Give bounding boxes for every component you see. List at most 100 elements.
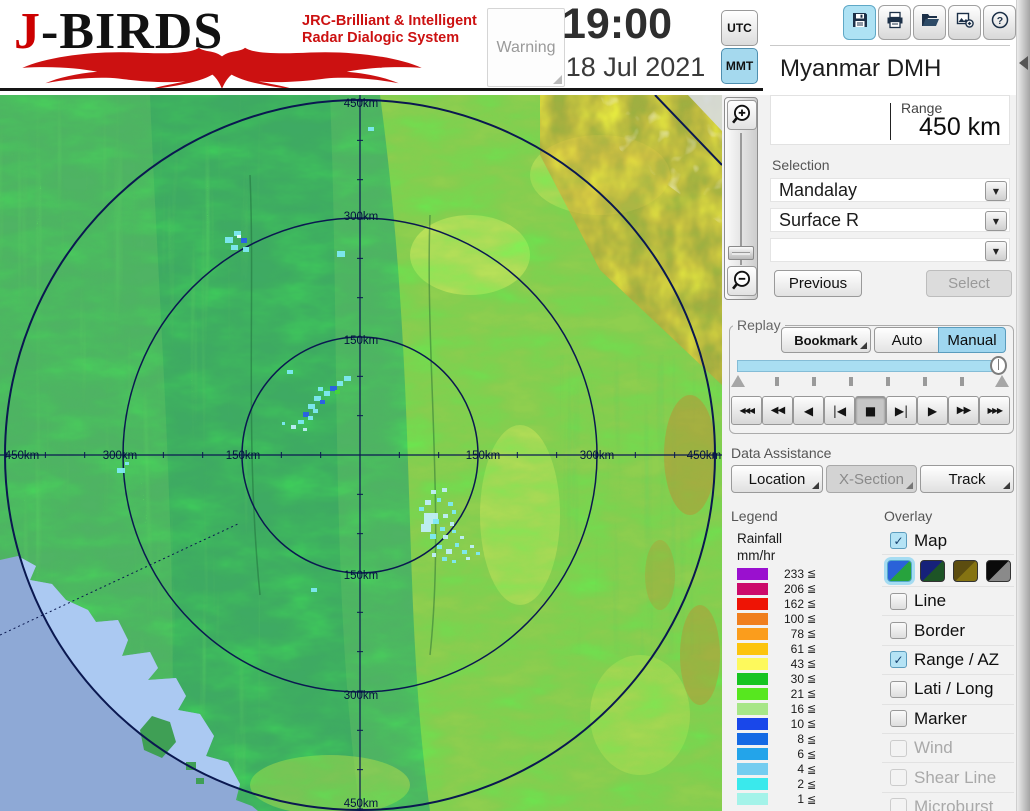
less-equal-symbol: ≦ <box>807 642 816 655</box>
legend-value: 206 <box>770 582 804 596</box>
legend-color-swatch <box>737 793 768 805</box>
overlay-item-border[interactable]: Border <box>882 615 1014 644</box>
range-ring-label: 150km <box>344 335 379 347</box>
replay-end-marker[interactable] <box>995 375 1009 387</box>
checkbox-border[interactable] <box>890 622 907 639</box>
map-style-blue-green[interactable] <box>887 560 912 582</box>
zoom-slider-handle[interactable] <box>728 246 754 260</box>
overlay-item-range-az[interactable]: ✓ Range / AZ <box>882 645 1014 674</box>
selection-dropdown-2[interactable]: Surface R▼ <box>770 208 1010 232</box>
zoom-out-button[interactable] <box>727 266 757 296</box>
overlay-item-line[interactable]: Line <box>882 586 1014 615</box>
overlay-item-label: Line <box>914 591 946 611</box>
replay-slider-thumb[interactable] <box>990 356 1007 375</box>
collapse-left-arrow-icon[interactable] <box>1019 56 1028 70</box>
radar-map[interactable]: 450km300km150km150km300km450km450km300km… <box>0 95 722 811</box>
track-button[interactable]: Track <box>920 465 1014 493</box>
map-style-black-gray[interactable] <box>986 560 1011 582</box>
forward-fast-button[interactable]: ▶▶▶ <box>979 396 1010 425</box>
checkbox-map[interactable]: ✓ <box>890 532 907 549</box>
stop-button[interactable]: ■ <box>855 396 886 425</box>
legend-row: 233≦ <box>731 566 823 581</box>
dropdown-corner-icon <box>860 342 867 349</box>
help-button[interactable]: ? <box>983 5 1016 40</box>
open-folder-button[interactable] <box>913 5 946 40</box>
legend-row: 16≦ <box>731 701 823 716</box>
bookmark-button[interactable]: Bookmark <box>781 327 871 353</box>
panel-collapse-strip[interactable] <box>1016 0 1030 811</box>
manual-button[interactable]: Manual <box>938 327 1006 353</box>
chevron-down-icon: ▼ <box>993 217 999 226</box>
legend-color-swatch <box>737 718 768 730</box>
zoom-in-button[interactable] <box>727 100 757 130</box>
checkbox-lati-long[interactable] <box>890 681 907 698</box>
checkbox-marker[interactable] <box>890 710 907 727</box>
legend-value: 16 <box>770 702 804 716</box>
legend-unit-line2: mm/hr <box>737 548 775 563</box>
x-section-button[interactable]: X-Section <box>826 465 917 493</box>
less-equal-symbol: ≦ <box>807 672 816 685</box>
less-equal-symbol: ≦ <box>807 778 816 791</box>
checkbox-shear-line[interactable] <box>890 769 907 786</box>
overlay-list: ✓Map Line Border ✓ Range / AZ Lati / Long Mark… <box>882 527 1014 811</box>
checkbox-line[interactable] <box>890 593 907 610</box>
rewind-button[interactable]: ◀◀ <box>762 396 793 425</box>
overlay-item-lati-long[interactable]: Lati / Long <box>882 674 1014 703</box>
selection-dropdown-2-open-button[interactable]: ▼ <box>985 211 1007 231</box>
replay-start-marker[interactable] <box>731 375 745 387</box>
add-image-button[interactable] <box>948 5 981 40</box>
step-backward-button[interactable]: |◀ <box>824 396 855 425</box>
legend-value: 4 <box>770 762 804 776</box>
less-equal-symbol: ≦ <box>807 597 816 610</box>
location-button[interactable]: Location <box>731 465 823 493</box>
legend-row: 78≦ <box>731 626 823 641</box>
overlay-item-label: Marker <box>914 709 967 729</box>
overlay-item-map[interactable]: ✓Map <box>882 527 1014 554</box>
timezone-utc-button[interactable]: UTC <box>721 10 758 46</box>
previous-button[interactable]: Previous <box>774 270 862 297</box>
legend-unit-line1: Rainfall <box>737 531 782 546</box>
overlay-item-marker[interactable]: Marker <box>882 704 1014 733</box>
selection-dropdown-3-open-button[interactable]: ▼ <box>985 241 1007 261</box>
overlay-item-wind[interactable]: Wind <box>882 733 1014 762</box>
timezone-mmt-button[interactable]: MMT <box>721 48 758 84</box>
chevron-down-icon: ▼ <box>993 187 999 196</box>
map-style-olive[interactable] <box>953 560 978 582</box>
play-backward-button[interactable]: ◀ <box>793 396 824 425</box>
overlay-item-label: Wind <box>914 738 953 758</box>
rewind-fast-button[interactable]: ◀◀◀ <box>731 396 762 425</box>
legend-color-swatch <box>737 598 768 610</box>
replay-progress-track[interactable] <box>737 360 993 372</box>
checkbox-wind[interactable] <box>890 740 907 757</box>
checkbox-microburst[interactable] <box>890 798 907 811</box>
magnifier-minus-icon <box>730 269 754 293</box>
rewind-fast-icon: ◀◀◀ <box>740 406 754 415</box>
auto-button[interactable]: Auto <box>874 327 940 353</box>
selection-dropdown-1[interactable]: Mandalay▼ <box>770 178 1010 202</box>
eagle-logo-icon <box>12 42 432 90</box>
selection-dropdown-3[interactable]: ▼ <box>770 238 1010 262</box>
forward-button[interactable]: ▶▶ <box>948 396 979 425</box>
checkbox-range-az[interactable]: ✓ <box>890 651 907 668</box>
jbirds-application-window: { "header": { "logo": { "title_accent": … <box>0 0 1030 811</box>
selection-dropdown-1-open-button[interactable]: ▼ <box>985 181 1007 201</box>
print-button[interactable] <box>878 5 911 40</box>
overlay-item-shear-line[interactable]: Shear Line <box>882 762 1014 791</box>
range-ring-label: 300km <box>580 450 615 462</box>
legend-value: 233 <box>770 567 804 581</box>
play-backward-icon: ◀ <box>804 404 813 418</box>
legend-row: 206≦ <box>731 581 823 596</box>
overlay-item-label: Range / AZ <box>914 650 999 670</box>
less-equal-symbol: ≦ <box>807 657 816 670</box>
replay-label: Replay <box>733 317 785 333</box>
legend-value: 78 <box>770 627 804 641</box>
save-button[interactable] <box>843 5 876 40</box>
check-icon: ✓ <box>893 535 903 547</box>
replay-tickmark <box>812 377 816 386</box>
map-style-navy-darkgreen[interactable] <box>920 560 945 582</box>
less-equal-symbol: ≦ <box>807 702 816 715</box>
step-forward-button[interactable]: ▶| <box>886 396 917 425</box>
replay-tickmark <box>960 377 964 386</box>
play-button[interactable]: ▶ <box>917 396 948 425</box>
overlay-item-microburst[interactable]: Microburst <box>882 792 1014 811</box>
